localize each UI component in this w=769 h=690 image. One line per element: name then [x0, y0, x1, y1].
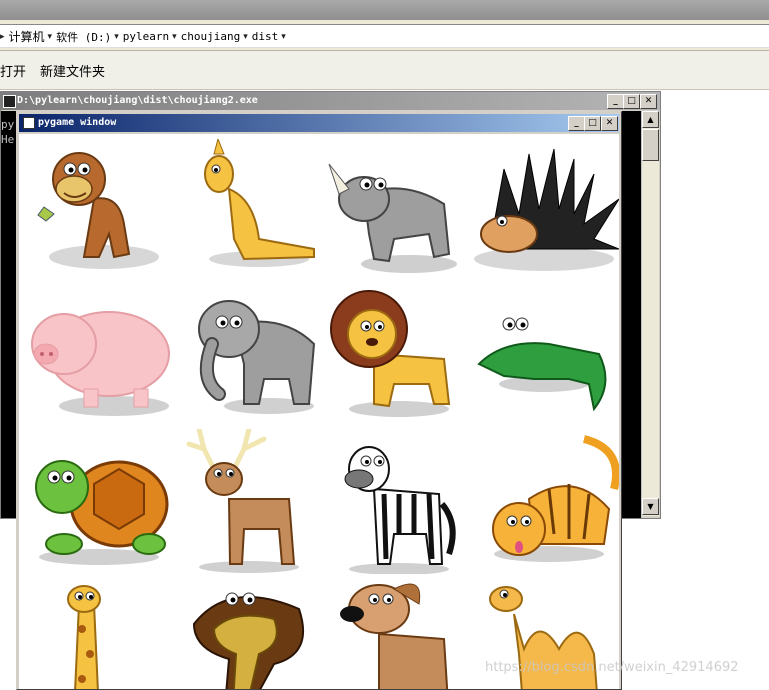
animal-dog[interactable] — [324, 574, 474, 689]
animal-crocodile[interactable] — [474, 284, 619, 429]
explorer-toolbar: 打开 新建文件夹 — [0, 51, 769, 90]
open-button[interactable]: 打开 — [0, 61, 26, 80]
maximize-button[interactable]: □ — [584, 116, 601, 131]
animal-cobra[interactable] — [174, 574, 324, 689]
breadcrumb-item-drive[interactable]: 软件 (D:) ▾ — [56, 28, 119, 45]
breadcrumb-separator-icon[interactable]: ▸ — [0, 28, 5, 45]
minimize-button[interactable]: _ — [607, 94, 624, 109]
animal-deer[interactable] — [174, 429, 324, 574]
address-bar[interactable]: ▸ 计算机 ▾ 软件 (D:) ▾ pylearn ▾ choujiang ▾ dist… — [0, 20, 769, 51]
animal-tiger[interactable] — [474, 429, 619, 574]
minimize-button[interactable]: _ — [568, 116, 585, 131]
breadcrumb-item-pylearn[interactable]: pylearn ▾ — [123, 28, 177, 45]
console-line: He — [1, 133, 15, 146]
animal-elephant[interactable] — [174, 284, 324, 429]
watermark-text: https://blog.csdn.net/weixin_42914692 — [485, 660, 739, 675]
console-title-bar[interactable]: D:\pylearn\choujiang\dist\choujiang2.exe… — [1, 92, 660, 110]
breadcrumb-item-dist[interactable]: dist ▾ — [252, 28, 286, 45]
animal-monkey[interactable] — [24, 139, 174, 284]
breadcrumb: ▸ 计算机 ▾ 软件 (D:) ▾ pylearn ▾ choujiang ▾ dist… — [0, 28, 286, 45]
animal-turtle[interactable] — [24, 429, 174, 574]
console-line: py — [1, 118, 15, 131]
chevron-down-icon[interactable]: ▾ — [281, 32, 286, 42]
pygame-canvas[interactable] — [19, 134, 619, 689]
maximize-button[interactable]: □ — [623, 94, 640, 109]
close-button[interactable]: ✕ — [640, 94, 657, 109]
pygame-title: pygame window — [38, 117, 117, 128]
pygame-title-bar[interactable]: pygame window _ □ ✕ — [19, 114, 619, 132]
animal-rhinoceros[interactable] — [324, 139, 474, 284]
animal-kangaroo[interactable] — [174, 139, 324, 284]
console-title: D:\pylearn\choujiang\dist\choujiang2.exe — [17, 95, 258, 106]
animal-pig[interactable] — [24, 284, 174, 429]
chevron-down-icon[interactable]: ▾ — [243, 32, 248, 42]
animal-zebra[interactable] — [324, 429, 474, 574]
close-button[interactable]: ✕ — [601, 116, 618, 131]
pygame-window[interactable]: pygame window _ □ ✕ — [16, 111, 622, 690]
scroll-thumb[interactable] — [642, 129, 659, 161]
chevron-down-icon[interactable]: ▾ — [172, 32, 177, 42]
chevron-down-icon[interactable]: ▾ — [114, 32, 119, 42]
address-field[interactable]: ▸ 计算机 ▾ 软件 (D:) ▾ pylearn ▾ choujiang ▾ dist… — [0, 24, 769, 48]
animal-lion[interactable] — [324, 284, 474, 429]
explorer-title-bar — [0, 0, 769, 20]
animal-giraffe[interactable] — [24, 574, 174, 689]
console-scrollbar[interactable]: ▲ ▼ — [641, 111, 659, 516]
animal-porcupine[interactable] — [474, 139, 619, 284]
breadcrumb-item-choujiang[interactable]: choujiang ▾ — [181, 28, 248, 45]
chevron-down-icon[interactable]: ▾ — [48, 32, 53, 42]
pygame-icon — [23, 117, 35, 129]
scroll-down-icon[interactable]: ▼ — [642, 498, 659, 515]
console-icon — [3, 95, 16, 108]
breadcrumb-item-computer[interactable]: 计算机 ▾ — [9, 28, 53, 45]
scroll-up-icon[interactable]: ▲ — [642, 111, 659, 128]
new-folder-button[interactable]: 新建文件夹 — [40, 61, 105, 80]
